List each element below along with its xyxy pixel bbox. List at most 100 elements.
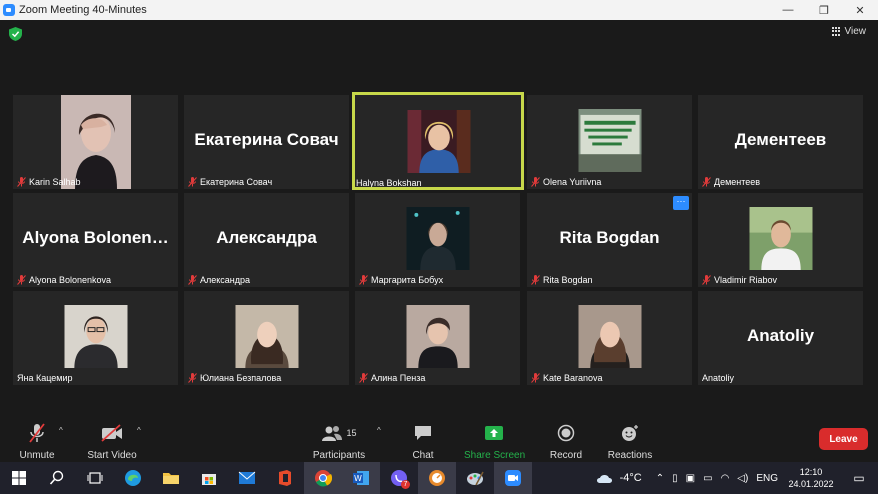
participant-tile[interactable]: Alyona Bolonen… Alyona Bolonenkova <box>13 193 178 287</box>
reactions-label: Reactions <box>607 450 653 461</box>
participants-button[interactable]: 15 Participants <box>310 422 368 461</box>
participant-display-name: Alyona Bolonen… <box>22 228 169 247</box>
notifications-icon[interactable]: ▭ <box>840 471 878 485</box>
share-screen-label: Share Screen <box>464 450 526 461</box>
svg-text:W: W <box>354 474 362 483</box>
timer-app[interactable] <box>418 462 456 494</box>
store-app[interactable] <box>190 462 228 494</box>
close-button[interactable]: ✕ <box>842 4 878 17</box>
participant-display-name: Anatoliy <box>746 326 815 345</box>
word-app[interactable]: W <box>342 462 380 494</box>
participant-label: Karin Salhab <box>17 177 81 187</box>
participant-label: Дементеев <box>702 177 760 187</box>
participant-tile[interactable]: Дементеев Дементеев <box>698 95 863 189</box>
participant-tile-active-speaker[interactable]: Halyna Bokshan <box>352 92 524 190</box>
windows-logo-icon <box>12 471 26 485</box>
mic-muted-icon <box>531 177 540 187</box>
participant-tile[interactable]: Александра Александра <box>184 193 349 287</box>
store-icon <box>202 474 216 485</box>
mic-muted-icon <box>17 275 26 285</box>
start-button[interactable] <box>0 462 38 494</box>
participant-tile[interactable]: Olena Yuriivna <box>527 95 692 189</box>
participant-tile[interactable]: Екатерина Совач Екатерина Совач <box>184 95 349 189</box>
mic-muted-icon <box>17 177 26 187</box>
timer-icon <box>429 470 445 486</box>
chat-label: Chat <box>412 450 434 461</box>
paint-app[interactable] <box>456 462 494 494</box>
participant-tile[interactable]: ··· Rita Bogdan Rita Bogdan <box>527 193 692 287</box>
clock[interactable]: 12:10 24.01.2022 <box>782 466 840 490</box>
participant-video <box>578 109 642 172</box>
clock-time: 12:10 <box>799 467 823 477</box>
office-app[interactable] <box>266 462 304 494</box>
mail-app[interactable] <box>228 462 266 494</box>
chat-button[interactable]: Chat <box>404 422 442 461</box>
participant-tile[interactable]: Kate Baranova <box>527 291 692 385</box>
restore-button[interactable]: ❐ <box>806 4 842 17</box>
participant-count: 15 <box>346 428 357 438</box>
audio-options-caret[interactable]: ^ <box>59 426 63 435</box>
participant-label: Halyna Bokshan <box>356 178 422 187</box>
participant-video <box>407 110 471 173</box>
zoom-window: Zoom Meeting 40-Minutes — ❐ ✕ View Karin… <box>0 0 878 494</box>
edge-app[interactable] <box>114 462 152 494</box>
participant-video <box>578 305 642 368</box>
participant-tile[interactable]: Яна Кацемир <box>13 291 178 385</box>
leave-button[interactable]: Leave <box>819 428 868 450</box>
participant-tile[interactable]: Юлиана Безпалова <box>184 291 349 385</box>
participant-name: Olena Yuriivna <box>543 177 602 187</box>
battery-icon[interactable]: ▭ <box>703 473 712 484</box>
record-button[interactable]: Record <box>546 422 586 461</box>
participant-label: Rita Bogdan <box>531 275 593 285</box>
participant-tile[interactable]: Алина Пенза <box>355 291 520 385</box>
zoom-app[interactable] <box>494 462 532 494</box>
cloud-weather-icon[interactable] <box>595 471 615 485</box>
participant-tile[interactable]: Маргарита Бобух <box>355 193 520 287</box>
security-shield-icon[interactable] <box>9 27 22 41</box>
viber-unread-badge: 7 <box>401 480 410 489</box>
start-video-label: Start Video <box>87 450 137 461</box>
search-icon <box>49 470 64 485</box>
file-explorer-app[interactable] <box>152 462 190 494</box>
participant-label: Olena Yuriivna <box>531 177 601 187</box>
unmute-button[interactable]: Unmute <box>16 422 58 461</box>
participants-options-caret[interactable]: ^ <box>377 426 381 435</box>
wifi-icon[interactable]: ◠ <box>721 473 730 484</box>
mic-muted-icon <box>531 275 540 285</box>
mic-muted-icon <box>188 177 197 187</box>
participant-video <box>64 305 128 368</box>
video-off-icon <box>101 424 122 442</box>
weather-temperature[interactable]: -4°C <box>620 472 642 484</box>
participant-tile[interactable]: Anatoliy Anatoliy <box>698 291 863 385</box>
participant-label: Юлиана Безпалова <box>188 373 281 383</box>
tray-overflow-chevron-icon[interactable]: ⌃ <box>656 473 664 484</box>
participant-display-name: Дементеев <box>734 130 827 149</box>
participant-name: Екатерина Совач <box>200 177 273 187</box>
task-view-button[interactable] <box>76 462 114 494</box>
participant-name: Александра <box>200 275 251 285</box>
participant-name: Alyona Bolonenkova <box>29 275 112 285</box>
phone-icon[interactable]: ▯ <box>672 473 678 484</box>
start-video-button[interactable]: Start Video <box>85 422 139 461</box>
mic-muted-icon <box>702 275 711 285</box>
participant-tile[interactable]: Vladimir Riabov <box>698 193 863 287</box>
minimize-button[interactable]: — <box>770 4 806 16</box>
viber-app[interactable]: 7 <box>380 462 418 494</box>
reactions-button[interactable]: Reactions <box>606 422 654 461</box>
volume-icon[interactable]: ◁) <box>737 473 748 484</box>
zoom-app-icon <box>3 4 15 16</box>
view-button[interactable]: View <box>831 26 866 37</box>
chrome-app[interactable] <box>304 462 342 494</box>
participant-tile[interactable]: Karin Salhab <box>13 95 178 189</box>
participant-label: Маргарита Бобух <box>359 275 443 285</box>
monitor-icon[interactable]: ▣ <box>686 473 695 484</box>
mic-muted-icon <box>29 423 45 443</box>
participant-label: Екатерина Совач <box>188 177 272 187</box>
language-indicator[interactable]: ENG <box>756 473 778 484</box>
chat-icon <box>415 426 431 440</box>
video-options-caret[interactable]: ^ <box>137 426 141 435</box>
share-screen-button[interactable]: Share Screen <box>464 422 526 461</box>
more-options-button[interactable]: ··· <box>673 196 689 210</box>
search-button[interactable] <box>38 462 76 494</box>
participant-label: Vladimir Riabov <box>702 275 777 285</box>
